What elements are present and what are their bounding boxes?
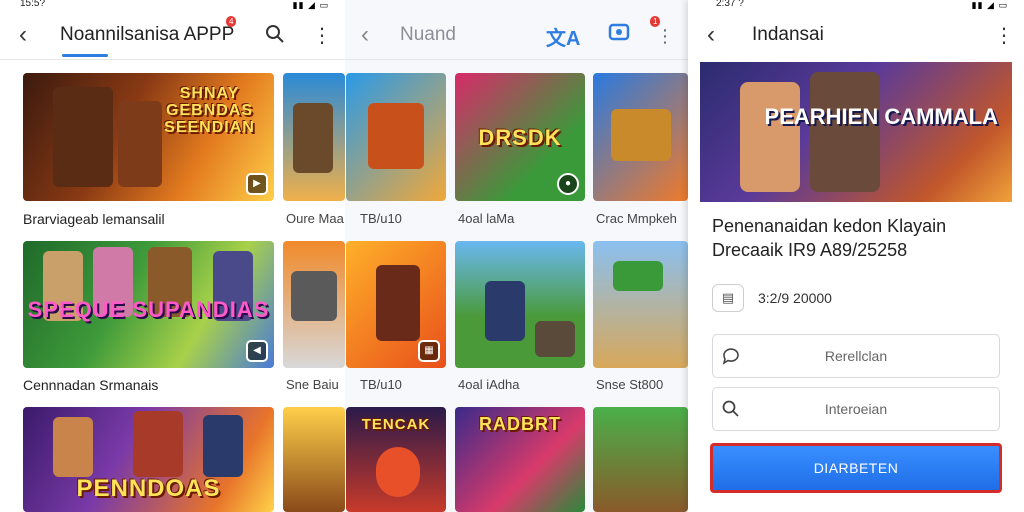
banner-caption: Brarviageab lemansalil bbox=[23, 211, 165, 227]
more-vert-icon[interactable]: ⋮ bbox=[994, 23, 1014, 48]
game-thumbnail[interactable] bbox=[283, 407, 345, 512]
title-underline bbox=[62, 54, 108, 57]
play-badge-icon: ▶ bbox=[246, 173, 268, 195]
screen-title: Nuand bbox=[400, 23, 456, 45]
game-thumbnail[interactable]: DRSDK ● bbox=[455, 73, 585, 201]
hero-logo: PEARHIEN CAMMALA bbox=[764, 104, 998, 129]
thumbnail-logo: RADBRT bbox=[479, 414, 561, 434]
back-arrow-icon[interactable]: ‹ bbox=[688, 21, 734, 49]
play-badge-icon: ◀ bbox=[246, 340, 268, 362]
banner-caption: Cennnadan Srmanais bbox=[23, 377, 159, 393]
thumbnail-caption: Crac Mmpkeh bbox=[596, 211, 677, 226]
play-badge-icon: ● bbox=[557, 173, 579, 195]
hero-banner: PEARHIEN CAMMALA bbox=[700, 62, 1012, 202]
calendar-icon: ▤ bbox=[712, 284, 744, 312]
thumbnail-caption: TB/u10 bbox=[360, 377, 402, 392]
primary-action-button[interactable]: DIARBETEN bbox=[710, 443, 1002, 493]
search-field-text: Interoeian bbox=[824, 401, 888, 417]
game-thumbnail[interactable]: RADBRT bbox=[455, 407, 585, 512]
detail-title: Penenanaidan kedon Klayain Drecaaik IR9 … bbox=[712, 216, 947, 260]
thumbnail-caption: 4oal laMa bbox=[458, 211, 515, 226]
app-title: Noannilsanisa APPP bbox=[60, 23, 235, 45]
thumbnail-caption: TB/u10 bbox=[360, 211, 402, 226]
game-banner[interactable]: SPEQUE SUPANDIAS ◀ bbox=[23, 241, 274, 368]
more-vert-icon[interactable]: ⋮ bbox=[656, 26, 674, 47]
game-banner[interactable]: PENNDOAS bbox=[23, 407, 274, 512]
thumbnail-caption: Oure Maa bbox=[286, 211, 344, 226]
search-field[interactable]: Interoeian bbox=[712, 387, 1000, 431]
cast-icon[interactable] bbox=[608, 22, 630, 49]
thumbnail-caption: 4oal iAdha bbox=[458, 377, 520, 392]
info-row: ▤ 3:2/9 20000 bbox=[712, 284, 832, 312]
game-thumbnail[interactable] bbox=[593, 73, 688, 201]
right-top-bar: ‹ Indansai ⋮ bbox=[688, 10, 1024, 60]
back-arrow-icon[interactable]: ‹ bbox=[0, 21, 46, 49]
left-app-screen: 15:5? ▮▮ ◢ ▭ ‹ Noannilsanisa APPP 4 ⋮ SH… bbox=[0, 0, 345, 512]
thumbnail-logo: TENCAK bbox=[361, 416, 431, 433]
game-thumbnail[interactable]: TENCAK bbox=[346, 407, 446, 512]
thumbnail-caption: Snse St800 bbox=[596, 377, 664, 392]
game-thumbnail[interactable]: ▦ bbox=[346, 241, 446, 368]
thumbnail-caption: Sne Baiu bbox=[286, 377, 339, 392]
translate-icon[interactable]: 文A bbox=[546, 22, 580, 51]
search-icon[interactable] bbox=[264, 23, 286, 50]
banner-logo: SHNAY GEBNDAS SEENDIAN bbox=[164, 85, 255, 136]
comment-field-text: Rerellclan bbox=[824, 348, 888, 364]
thumbnail-logo: DRSDK bbox=[478, 125, 562, 150]
notification-badge: 4 bbox=[226, 16, 237, 27]
game-thumbnail[interactable] bbox=[283, 73, 345, 201]
right-app-screen: 2:37 ? ▮▮ ◢ ▭ ‹ Indansai ⋮ PEARHIEN CAMM… bbox=[688, 0, 1024, 512]
left-top-bar: ‹ Noannilsanisa APPP 4 ⋮ bbox=[0, 10, 345, 60]
game-banner[interactable]: SHNAY GEBNDAS SEENDIAN ▶ bbox=[23, 73, 274, 201]
comment-field[interactable]: Rerellclan bbox=[712, 334, 1000, 378]
game-thumbnail[interactable] bbox=[593, 241, 688, 368]
back-arrow-icon[interactable]: ‹ bbox=[342, 21, 388, 49]
more-vert-icon[interactable]: ⋮ bbox=[312, 23, 332, 48]
game-thumbnail[interactable] bbox=[283, 241, 345, 368]
game-thumbnail[interactable] bbox=[593, 407, 688, 512]
play-badge-icon: ▦ bbox=[418, 340, 440, 362]
game-thumbnail[interactable] bbox=[455, 241, 585, 368]
triple-screen-composite: 15:5? ▮▮ ◢ ▭ ‹ Noannilsanisa APPP 4 ⋮ SH… bbox=[0, 0, 1024, 512]
info-date: 3:2/9 20000 bbox=[758, 290, 832, 306]
game-thumbnail[interactable] bbox=[346, 73, 446, 201]
banner-logo: SPEQUE SUPANDIAS bbox=[27, 297, 270, 322]
screen-title: Indansai bbox=[752, 24, 824, 45]
middle-top-bar: ‹ Nuand 文A 1 ⋮ bbox=[342, 10, 688, 60]
banner-logo: PENNDOAS bbox=[76, 475, 221, 502]
middle-app-screen: ‹ Nuand 文A 1 ⋮ TB/u10 DRSDK ● 4oal laMa … bbox=[342, 0, 688, 512]
